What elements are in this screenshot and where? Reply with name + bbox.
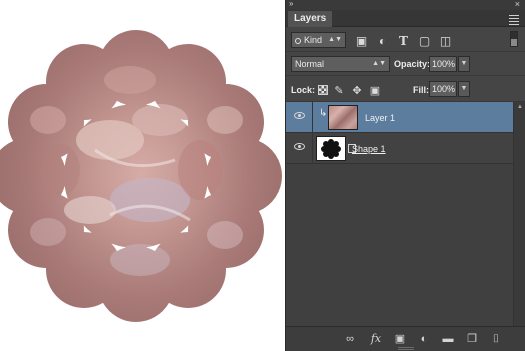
kind-filter-select[interactable]: Kind ▲▼ [291,32,346,48]
smart-object-filter-icon[interactable]: ◫ [438,34,453,49]
resize-grip[interactable] [398,347,414,350]
image-filter-icon[interactable]: ▣ [354,34,369,49]
layers-scrollbar[interactable]: ▲ [513,102,525,326]
delete-layer-icon[interactable]: ⌷ [488,332,504,346]
lock-image-pixels-icon[interactable]: ✎ [332,84,346,98]
panel-title-strip: » × [286,0,525,10]
new-group-icon[interactable]: ▬ [440,332,456,346]
visibility-eye-icon[interactable] [294,143,305,150]
blend-mode-select[interactable]: Normal ▲▼ [291,56,390,72]
lock-row: Lock: ✎ ✥ ▣ Fill: 100% ▼ [286,76,525,102]
layer-thumbnail-photo[interactable] [328,105,358,130]
opacity-input[interactable]: 100% [429,56,457,72]
visibility-eye-icon[interactable] [294,112,305,119]
layer-name[interactable]: Layer 1 [365,113,395,123]
adjustment-filter-icon[interactable]: ◐ [375,34,390,49]
lock-position-icon[interactable]: ✥ [350,84,364,98]
shape-filter-icon[interactable]: ▢ [417,34,432,49]
type-filter-icon[interactable]: T [396,34,411,49]
layer-row-layer-1[interactable]: ↳ Layer 1 [286,102,513,133]
lock-transparent-pixels-icon[interactable] [318,84,328,95]
filter-row: Kind ▲▼ ▣ ◐ T ▢ ◫ [286,27,525,52]
fill-dropdown-icon[interactable]: ▼ [458,81,470,97]
opacity-label: Opacity: [394,59,431,69]
layer-row-shape-1[interactable]: Shape 1 [286,133,513,164]
new-layer-icon[interactable]: ❐ [464,332,480,346]
lock-all-icon[interactable]: ▣ [368,84,382,98]
blend-row: Normal ▲▼ Opacity: 100% ▼ [286,52,525,76]
adjustment-layer-icon[interactable]: ◐ [416,332,432,346]
close-icon[interactable]: × [515,0,520,9]
flower-shape-icon [321,139,341,159]
fill-input[interactable]: 100% [429,81,457,97]
layers-panel: » × Layers Kind ▲▼ ▣ ◐ T ▢ ◫ Normal ▲▼ Opaci… [285,0,525,351]
link-layers-icon[interactable]: ∞ [342,332,358,346]
updown-arrows-icon: ▲▼ [328,36,342,43]
scroll-up-icon[interactable]: ▲ [517,104,523,110]
lock-label: Lock: [291,85,316,95]
panel-tab-bar: Layers [286,10,525,27]
document-canvas[interactable] [0,0,283,351]
panel-menu-icon[interactable] [509,15,519,27]
flower-artwork [0,30,282,322]
kind-filter-label: Kind [304,35,323,45]
layer-thumbnail-shape[interactable] [316,136,346,161]
fill-label: Fill: [413,85,429,95]
fx-icon[interactable]: fx [368,332,384,346]
layers-bottom-toolbar: ∞ fx ▣ ◐ ▬ ❐ ⌷ [286,326,525,351]
filter-icons: ▣ ◐ T ▢ ◫ [354,32,459,48]
layer-name[interactable]: Shape 1 [352,144,386,154]
updown-arrows-icon: ▲▼ [372,60,386,67]
add-mask-icon[interactable]: ▣ [392,332,408,346]
blend-mode-value: Normal [295,59,325,69]
tab-layers[interactable]: Layers [288,11,333,27]
search-icon [295,38,301,44]
filter-toggle[interactable] [510,31,518,47]
opacity-dropdown-icon[interactable]: ▼ [458,56,470,72]
clipping-mask-arrow-icon: ↳ [319,108,328,119]
collapse-icon[interactable]: » [289,0,293,9]
lock-icons: ✎ ✥ ▣ [318,81,386,99]
layers-list: ↳ Layer 1 Shape 1 [286,102,525,326]
